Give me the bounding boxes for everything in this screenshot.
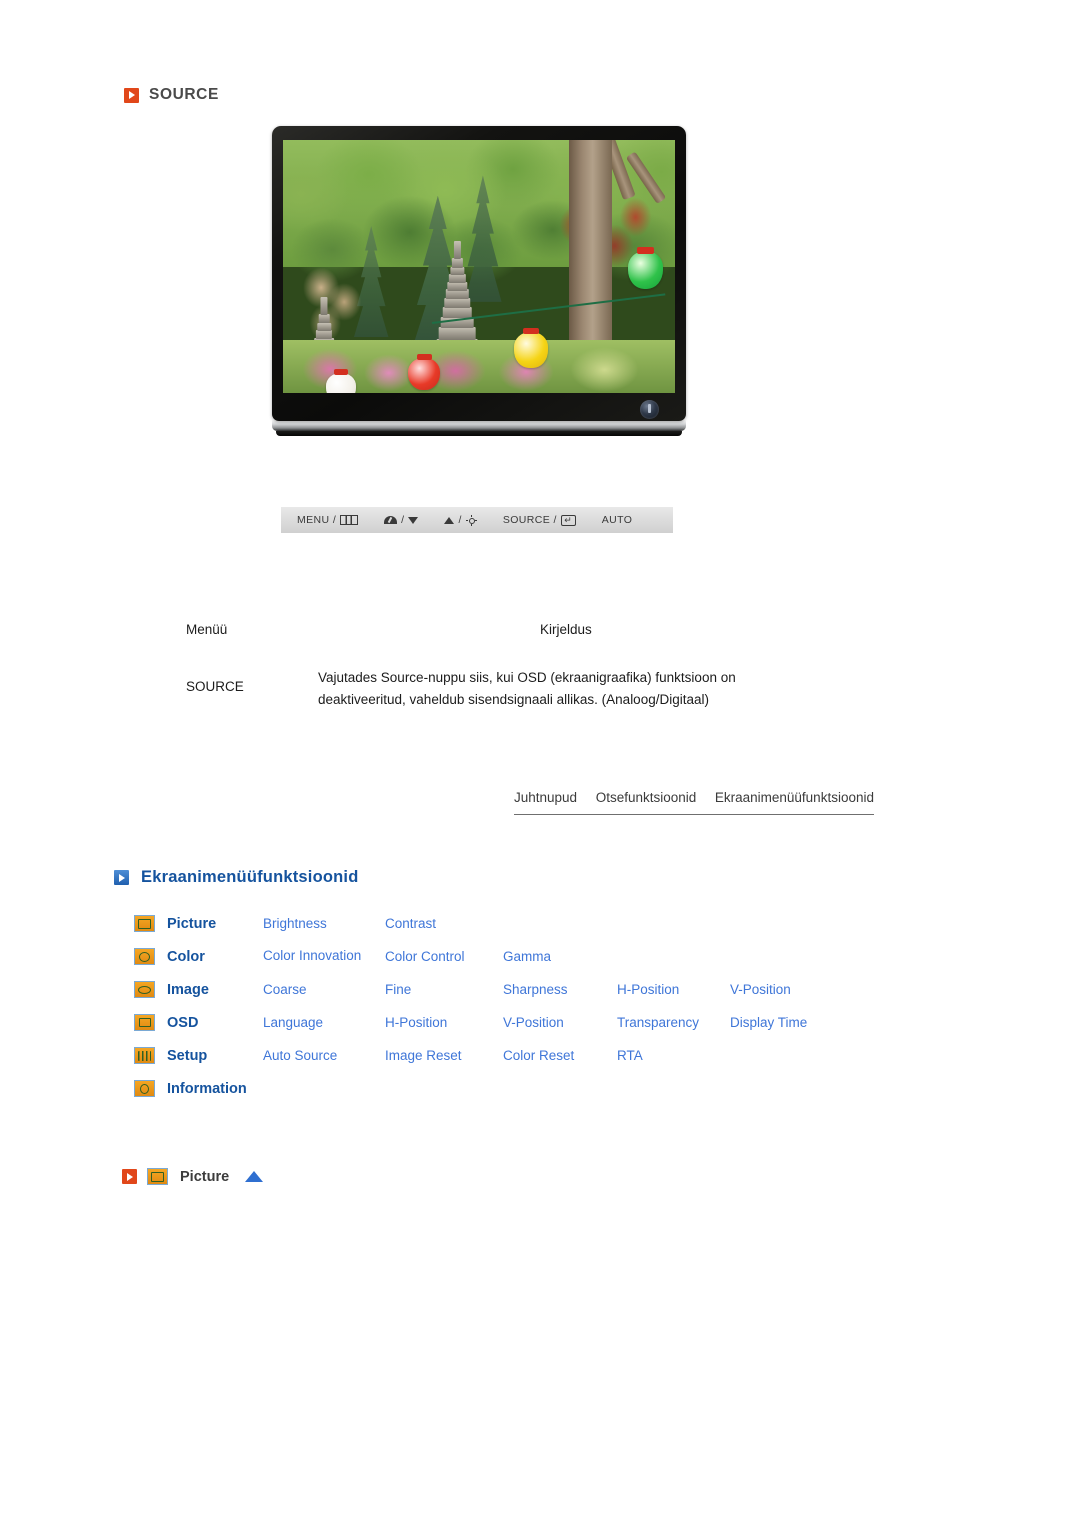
- triangle-up-icon: [444, 516, 455, 524]
- sun-brightness-icon: [466, 515, 477, 526]
- osd-item-brightness[interactable]: Brightness: [263, 916, 385, 932]
- osd-category-picture[interactable]: Picture: [167, 916, 263, 932]
- picture-anchor-label: Picture: [180, 1168, 230, 1185]
- osd-item-v-position[interactable]: V-Position: [730, 982, 850, 998]
- osd-row-setup: Setup Auto Source Image Reset Color Rese…: [134, 1040, 964, 1071]
- osd-item-h-position[interactable]: H-Position: [617, 982, 730, 998]
- monitor-base-shadow: [276, 431, 682, 436]
- row-description-text: Vajutades Source-nuppu siis, kui OSD (ek…: [318, 670, 736, 707]
- osd-row-picture: Picture Brightness Contrast: [134, 908, 964, 939]
- play-square-icon: [122, 1169, 137, 1184]
- osd-row-color: Color Color Innovation Color Control Gam…: [134, 941, 964, 972]
- osd-item-image-reset[interactable]: Image Reset: [385, 1048, 503, 1064]
- tab-otsefunktsioonid[interactable]: Otsefunktsioonid: [596, 790, 697, 805]
- table-row: SOURCE Vajutades Source-nuppu siis, kui …: [186, 667, 816, 711]
- osd-category-setup[interactable]: Setup: [167, 1048, 263, 1064]
- column-header-description: Kirjeldus: [540, 622, 592, 637]
- osd-section-header: Ekraanimenüüfunktsioonid: [114, 868, 359, 887]
- menu-button[interactable]: MENU /: [297, 514, 359, 526]
- osd-icon: [134, 1014, 155, 1031]
- bottom-tab-navigation: Juhtnupud Otsefunktsioonid Ekraanimenüüf…: [514, 790, 874, 815]
- osd-item-h-position[interactable]: H-Position: [385, 1015, 503, 1031]
- down-adjust-button[interactable]: /: [384, 514, 419, 526]
- source-heading-label: SOURCE: [149, 86, 219, 103]
- tree-trunk: [569, 140, 613, 368]
- slash-separator: /: [458, 514, 462, 526]
- play-square-icon: [124, 87, 139, 103]
- play-square-icon: [114, 870, 129, 885]
- monitor-screen: [283, 140, 675, 393]
- tab-ekraanimenuufunktsioonid[interactable]: Ekraanimenüüfunktsioonid: [715, 790, 874, 805]
- osd-category-osd[interactable]: OSD: [167, 1015, 263, 1031]
- image-icon: [134, 981, 155, 998]
- source-enter-button[interactable]: SOURCE / ↵: [503, 514, 576, 526]
- monitor-illustration: [272, 126, 686, 436]
- monitor-bezel: [272, 126, 686, 421]
- triangle-up-icon[interactable]: [245, 1171, 264, 1182]
- enter-key-icon: ↵: [560, 514, 576, 526]
- garden-photo: [283, 140, 675, 393]
- osd-row-image: Image Coarse Fine Sharpness H-Position V…: [134, 974, 964, 1005]
- power-icon: [640, 400, 659, 419]
- monitor-base: [272, 420, 686, 431]
- osd-item-transparency[interactable]: Transparency: [617, 1015, 730, 1031]
- osd-item-color-reset[interactable]: Color Reset: [503, 1048, 617, 1064]
- osd-item-auto-source[interactable]: Auto Source: [263, 1048, 385, 1064]
- auto-button-label: AUTO: [601, 514, 633, 526]
- green-lantern: [627, 246, 664, 290]
- osd-item-language[interactable]: Language: [263, 1015, 385, 1031]
- menu-panel-icon: [340, 515, 359, 525]
- column-header-menu: Menüü: [186, 622, 228, 637]
- menu-button-label: MENU /: [297, 514, 337, 526]
- monitor-control-button-strip: MENU / / / SOURCE / ↵ AUTO: [281, 507, 673, 533]
- osd-item-sharpness[interactable]: Sharpness: [503, 982, 617, 998]
- osd-item-v-position[interactable]: V-Position: [503, 1015, 617, 1031]
- osd-function-grid: Picture Brightness Contrast Color Color …: [134, 908, 964, 1106]
- picture-anchor-row: Picture: [122, 1168, 264, 1185]
- auto-button[interactable]: AUTO: [602, 514, 633, 526]
- osd-item-contrast[interactable]: Contrast: [385, 916, 503, 932]
- picture-icon: [134, 915, 155, 932]
- osd-row-osd: OSD Language H-Position V-Position Trans…: [134, 1007, 964, 1038]
- osd-item-gamma[interactable]: Gamma: [503, 949, 617, 965]
- red-lantern: [408, 353, 440, 391]
- osd-item-display-time[interactable]: Display Time: [730, 1015, 850, 1031]
- osd-item-color-control[interactable]: Color Control: [385, 949, 503, 965]
- setup-icon: [134, 1047, 155, 1064]
- osd-category-color[interactable]: Color: [167, 949, 263, 965]
- gauge-icon: [384, 516, 398, 524]
- table-header-row: Menüü Kirjeldus: [186, 622, 816, 637]
- osd-item-color-innovation[interactable]: Color Innovation: [263, 948, 385, 964]
- osd-category-image[interactable]: Image: [167, 982, 263, 998]
- tab-juhtnupud[interactable]: Juhtnupud: [514, 790, 577, 805]
- information-icon: [134, 1080, 155, 1097]
- white-lantern: [326, 369, 356, 393]
- osd-section-heading-label: Ekraanimenüüfunktsioonid: [141, 868, 359, 886]
- osd-row-information: Information: [134, 1073, 964, 1104]
- osd-item-coarse[interactable]: Coarse: [263, 982, 385, 998]
- osd-item-fine[interactable]: Fine: [385, 982, 503, 998]
- yellow-lantern: [514, 327, 548, 368]
- osd-category-information[interactable]: Information: [167, 1081, 263, 1097]
- triangle-down-icon: [408, 516, 419, 524]
- source-section-header: SOURCE: [124, 86, 219, 104]
- slash-separator: /: [401, 514, 405, 526]
- picture-icon: [147, 1168, 168, 1185]
- source-button-label: SOURCE /: [502, 514, 557, 526]
- up-brightness-button[interactable]: /: [444, 514, 476, 526]
- color-icon: [134, 948, 155, 965]
- source-description-table: Menüü Kirjeldus SOURCE Vajutades Source-…: [186, 622, 816, 711]
- osd-item-rta[interactable]: RTA: [617, 1048, 730, 1064]
- row-menu-name: SOURCE: [186, 679, 244, 694]
